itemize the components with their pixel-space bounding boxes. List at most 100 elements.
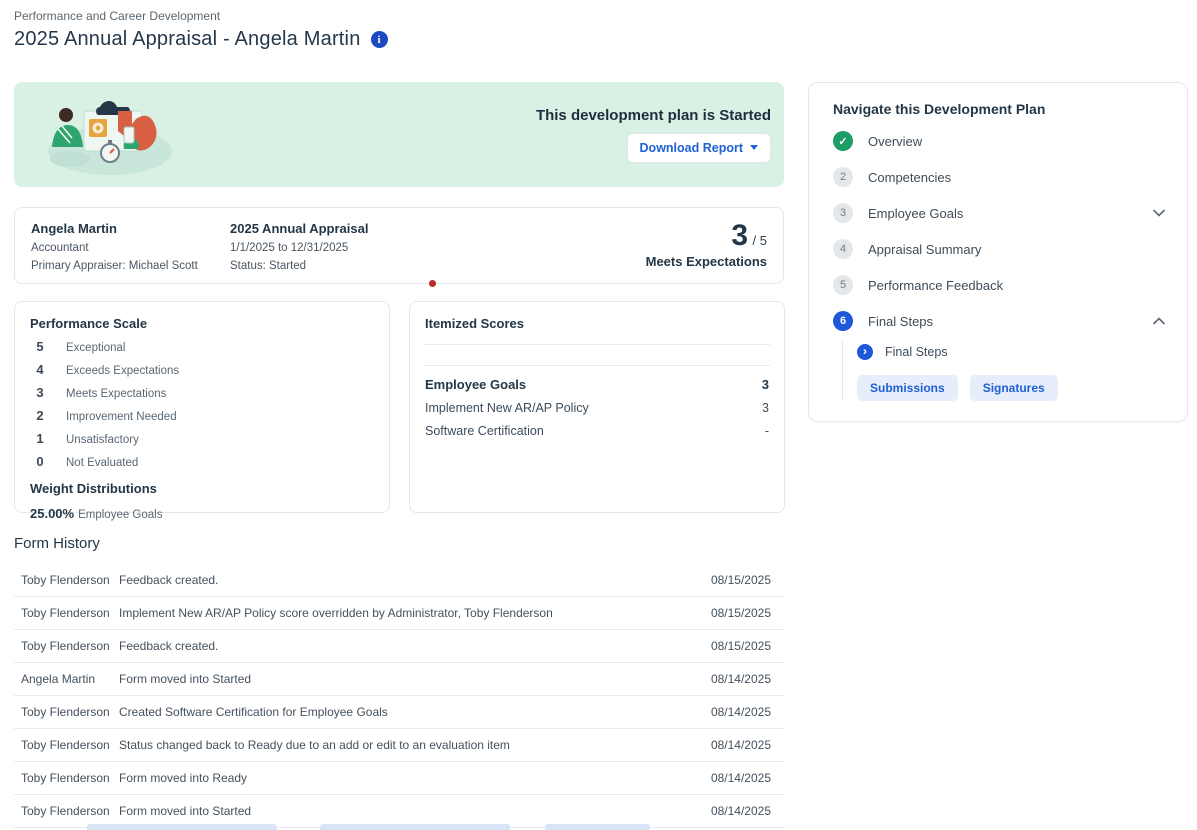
cutoff-row-highlight xyxy=(320,824,510,830)
step-complete-check-icon xyxy=(833,131,853,151)
history-action: Status changed back to Ready due to an a… xyxy=(119,738,711,752)
scale-row: 3 Meets Expectations xyxy=(30,385,374,400)
scale-row: 2 Improvement Needed xyxy=(30,408,374,423)
history-user: Toby Flenderson xyxy=(21,771,119,785)
history-row: Toby Flenderson Created Software Certifi… xyxy=(14,696,784,729)
scale-value: 5 xyxy=(30,339,50,354)
weight-label: Employee Goals xyxy=(78,509,162,521)
step-number-badge: 5 xyxy=(833,275,853,295)
history-action: Form moved into Ready xyxy=(119,771,711,785)
nav-item-label: Performance Feedback xyxy=(868,278,1003,293)
history-user: Toby Flenderson xyxy=(21,804,119,818)
alert-dot xyxy=(429,280,436,287)
weight-row: 25.00% Employee Goals xyxy=(30,506,374,521)
nav-item-appraisal-summary[interactable]: 4 Appraisal Summary xyxy=(833,237,1165,261)
banner-status-text: This development plan is Started xyxy=(536,107,771,124)
history-action: Feedback created. xyxy=(119,639,711,653)
final-steps-subsection: Final Steps Submissions Signatures xyxy=(842,341,1165,401)
scale-label: Meets Expectations xyxy=(66,388,166,400)
scale-row: 0 Not Evaluated xyxy=(30,454,374,469)
nav-item-label: Employee Goals xyxy=(868,206,963,221)
history-date: 08/15/2025 xyxy=(711,573,771,587)
history-user: Toby Flenderson xyxy=(21,738,119,752)
form-name: 2025 Annual Appraisal xyxy=(230,221,368,236)
employee-title: Accountant xyxy=(31,242,230,254)
step-number-badge: 3 xyxy=(833,203,853,223)
history-row: Toby Flenderson Implement New AR/AP Poli… xyxy=(14,597,784,630)
scale-value: 2 xyxy=(30,408,50,423)
scale-label: Not Evaluated xyxy=(66,457,138,469)
nav-item-final-steps[interactable]: 6 Final Steps xyxy=(833,309,1165,333)
banner-illustration xyxy=(40,93,180,177)
history-user: Toby Flenderson xyxy=(21,705,119,719)
itemized-scores-card: Itemized Scores Employee Goals 3 Impleme… xyxy=(409,301,785,513)
employee-name: Angela Martin xyxy=(31,221,230,236)
history-action: Form moved into Started xyxy=(119,804,711,818)
history-row: Toby Flenderson Feedback created. 08/15/… xyxy=(14,630,784,663)
chevron-right-circle-icon xyxy=(857,344,873,360)
step-number-badge-active: 6 xyxy=(833,311,853,331)
history-user: Toby Flenderson xyxy=(21,573,119,587)
history-date: 08/14/2025 xyxy=(711,672,771,686)
divider xyxy=(424,344,770,345)
score-out-of: / 5 xyxy=(753,233,767,248)
history-user: Angela Martin xyxy=(21,672,119,686)
nav-item-label: Appraisal Summary xyxy=(868,242,981,257)
history-date: 08/14/2025 xyxy=(711,738,771,752)
scale-value: 0 xyxy=(30,454,50,469)
scale-row: 5 Exceptional xyxy=(30,339,374,354)
scale-row: 4 Exceeds Expectations xyxy=(30,362,374,377)
itemized-label: Software Certification xyxy=(425,424,544,438)
scale-value: 3 xyxy=(30,385,50,400)
performance-scale-card: Performance Scale 5 Exceptional 4 Exceed… xyxy=(14,301,390,513)
history-date: 08/14/2025 xyxy=(711,705,771,719)
caret-down-icon xyxy=(750,145,758,150)
navigation-title: Navigate this Development Plan xyxy=(833,101,1165,117)
navigation-panel: Navigate this Development Plan Overview … xyxy=(808,82,1188,422)
itemized-label: Employee Goals xyxy=(425,377,526,392)
download-report-button[interactable]: Download Report xyxy=(627,133,771,163)
nav-item-performance-feedback[interactable]: 5 Performance Feedback xyxy=(833,273,1165,297)
history-action: Created Software Certification for Emplo… xyxy=(119,705,711,719)
nav-item-label: Final Steps xyxy=(868,314,933,329)
itemized-row: Implement New AR/AP Policy 3 xyxy=(425,401,769,415)
performance-scale-title: Performance Scale xyxy=(30,316,374,331)
scale-label: Exceeds Expectations xyxy=(66,365,179,377)
history-date: 08/14/2025 xyxy=(711,804,771,818)
history-action: Feedback created. xyxy=(119,573,711,587)
itemized-score: 3 xyxy=(762,401,769,415)
chevron-down-icon xyxy=(1153,209,1165,217)
history-date: 08/15/2025 xyxy=(711,639,771,653)
history-action: Form moved into Started xyxy=(119,672,711,686)
cutoff-row-highlight xyxy=(87,824,277,830)
history-row: Toby Flenderson Form moved into Ready 08… xyxy=(14,762,784,795)
submissions-button[interactable]: Submissions xyxy=(857,375,958,401)
scale-value: 4 xyxy=(30,362,50,377)
itemized-row: Employee Goals 3 xyxy=(425,377,769,392)
history-action: Implement New AR/AP Policy score overrid… xyxy=(119,606,711,620)
nav-item-label: Overview xyxy=(868,134,922,149)
nav-item-competencies[interactable]: 2 Competencies xyxy=(833,165,1165,189)
form-period: 1/1/2025 to 12/31/2025 xyxy=(230,242,368,254)
nav-item-overview[interactable]: Overview xyxy=(833,129,1165,153)
signatures-button[interactable]: Signatures xyxy=(970,375,1058,401)
nav-subitem-final-steps[interactable]: Final Steps xyxy=(857,341,1165,363)
itemized-scores-title: Itemized Scores xyxy=(425,316,769,331)
history-date: 08/15/2025 xyxy=(711,606,771,620)
itemized-row: Software Certification - xyxy=(425,424,769,438)
info-icon[interactable] xyxy=(371,31,388,48)
status-banner: This development plan is Started Downloa… xyxy=(14,82,784,187)
step-number-badge: 2 xyxy=(833,167,853,187)
score-label: Meets Expectations xyxy=(646,254,767,269)
nav-item-employee-goals[interactable]: 3 Employee Goals xyxy=(833,201,1165,225)
itemized-label: Implement New AR/AP Policy xyxy=(425,401,589,415)
weight-percent: 25.00% xyxy=(30,506,74,521)
itemized-score: 3 xyxy=(762,377,769,392)
itemized-score: - xyxy=(765,424,769,438)
form-history-title: Form History xyxy=(14,535,1197,552)
nav-subitem-label: Final Steps xyxy=(885,345,948,359)
score-value: 3 xyxy=(731,219,748,252)
history-row: Toby Flenderson Status changed back to R… xyxy=(14,729,784,762)
history-date: 08/14/2025 xyxy=(711,771,771,785)
breadcrumb[interactable]: Performance and Career Development xyxy=(14,9,1197,23)
